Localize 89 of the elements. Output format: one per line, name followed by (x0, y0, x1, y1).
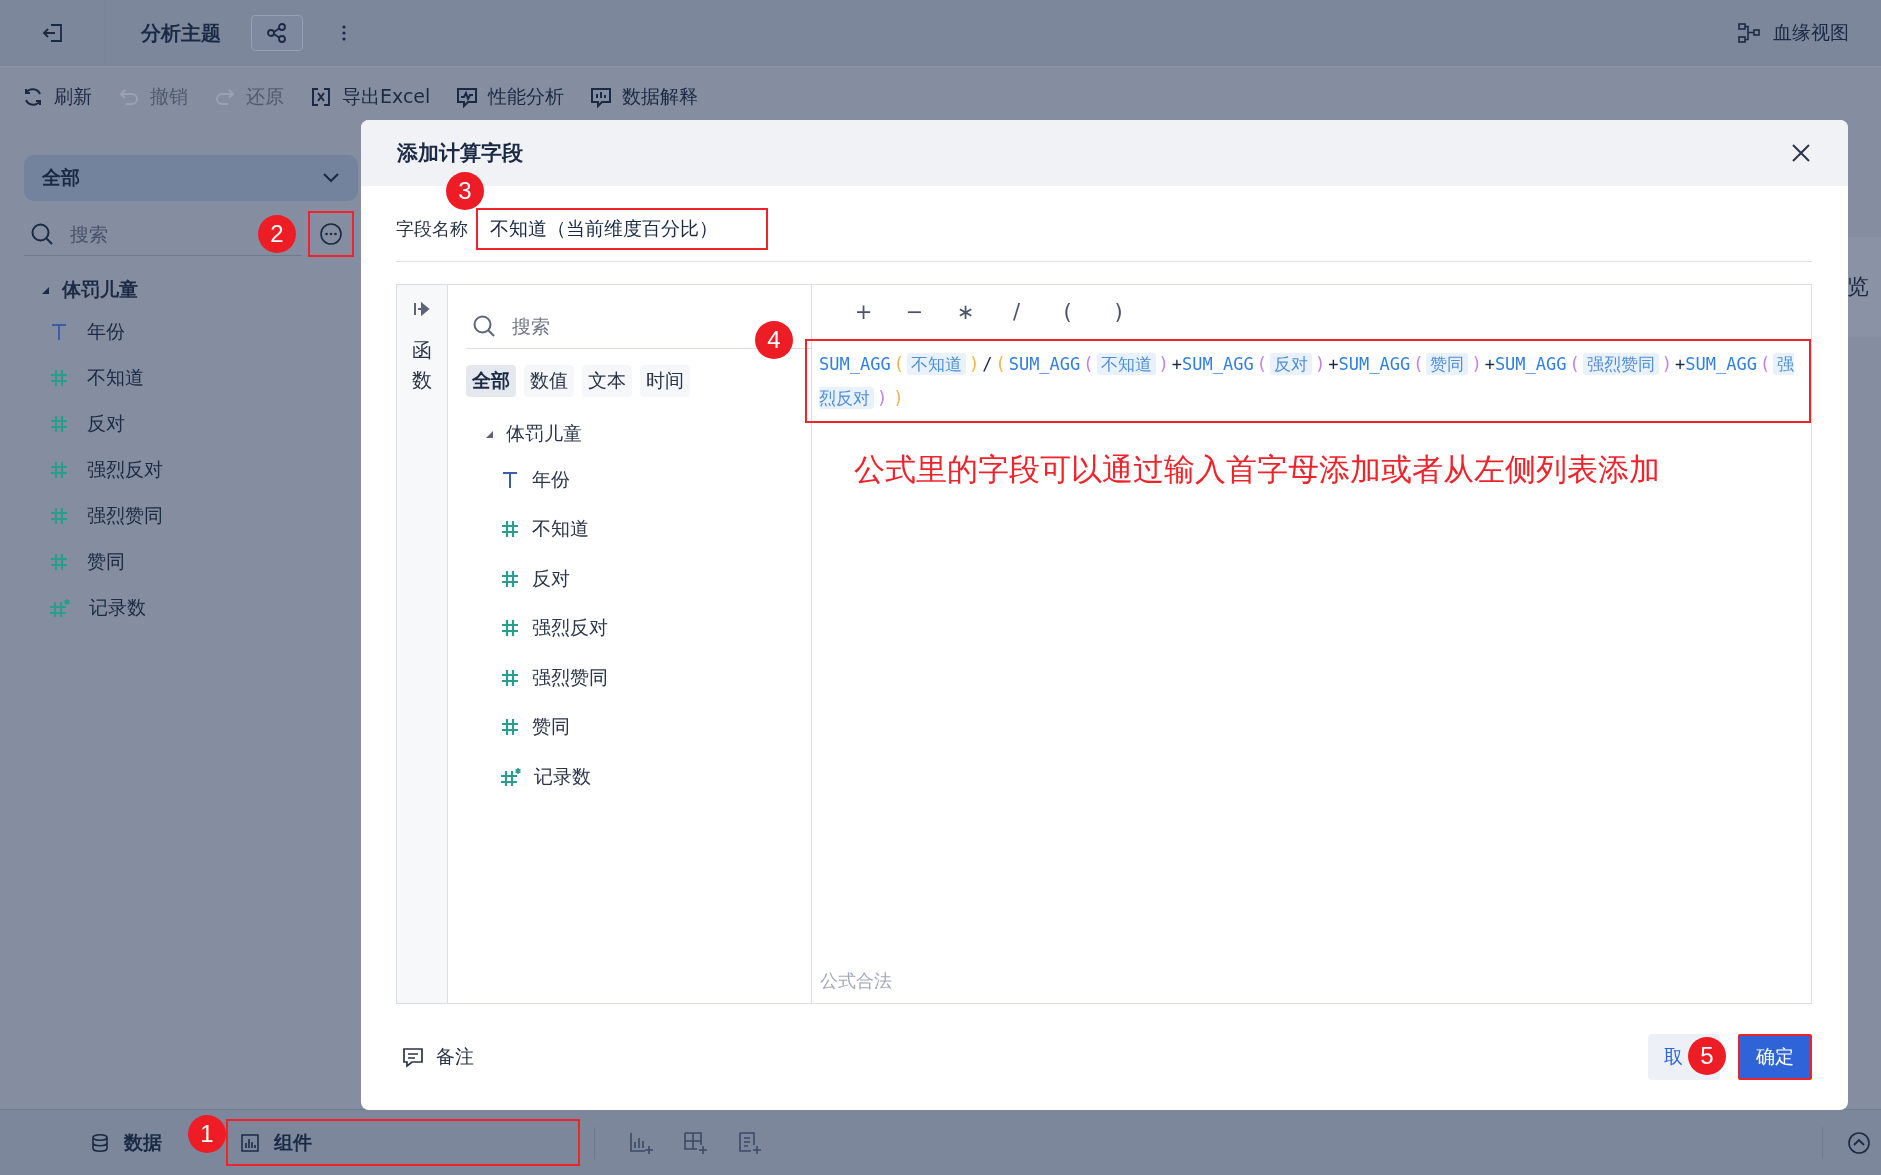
field-item[interactable]: 年份 (466, 455, 811, 505)
search-field[interactable]: 搜索 (68, 221, 252, 246)
operator-button[interactable]: + (838, 300, 889, 324)
number-type-icon (500, 568, 520, 589)
operator-button[interactable]: ∗ (940, 300, 991, 324)
operator-button[interactable]: − (889, 300, 940, 324)
formula-status: 公式合法 (820, 969, 893, 993)
collapse-arrow-icon[interactable] (413, 301, 431, 317)
share-icon (266, 22, 288, 44)
field-name-input[interactable]: 不知道（当前维度百分比） (476, 207, 768, 250)
functions-tab[interactable]: 函数 (412, 335, 432, 395)
caret-icon (484, 429, 494, 439)
chevron-down-icon (322, 172, 340, 184)
field-search-field[interactable]: 搜索 (510, 313, 694, 338)
caret-icon (40, 285, 50, 295)
confirm-button[interactable]: 确定 (1738, 1034, 1812, 1080)
number-asterisk-icon (500, 766, 522, 787)
field-item[interactable]: 不知道 (24, 355, 360, 401)
search-icon (30, 221, 54, 246)
bottom-tab[interactable]: 组件 (226, 1119, 580, 1166)
database-icon (90, 1132, 110, 1153)
toolbar-button[interactable]: 导出Excel (310, 84, 431, 110)
filter-tab[interactable]: 全部 (466, 365, 516, 397)
field-item[interactable]: 强烈反对 (24, 447, 360, 493)
field-name-label: 字段名称 (396, 216, 468, 241)
toolbar-button[interactable]: 性能分析 (456, 84, 565, 110)
dataset-node[interactable]: 体罚儿童 (40, 277, 360, 303)
number-type-icon (500, 717, 520, 738)
more-options-button[interactable] (308, 211, 354, 257)
formula-input[interactable]: SUM_AGG ( 不知道 ) / ( SUM_AGG ( 不知道 ) +SUM_AGG ( 反对 ) +SUM_AGG ( 赞同 ) +SUM_AGG ( 强烈赞同 ) +SUM_AGG ( 强烈反对 ) ) (805, 339, 1811, 423)
number-type-icon (49, 368, 69, 388)
bar-chart-icon (240, 1132, 260, 1153)
text-type-icon (49, 322, 69, 342)
chart-monitor-icon (456, 86, 479, 108)
field-item[interactable]: 反对 (466, 554, 811, 604)
field-item[interactable]: 记录数 (466, 752, 811, 802)
bar-chart-bubble-icon (590, 86, 613, 108)
bottom-tab[interactable]: 数据 (76, 1119, 186, 1166)
dataset-name: 体罚儿童 (506, 421, 582, 446)
number-type-icon (49, 414, 69, 434)
field-item[interactable]: 强烈赞同 (466, 653, 811, 703)
share-button[interactable] (251, 15, 303, 51)
filter-tab[interactable]: 文本 (582, 365, 632, 397)
field-item[interactable]: 赞同 (466, 702, 811, 752)
toolbar-button[interactable]: 数据解释 (590, 84, 699, 110)
ellipsis-circle-icon (319, 222, 343, 246)
excel-icon (310, 86, 332, 108)
close-icon[interactable] (1790, 142, 1812, 164)
filter-tab[interactable]: 数值 (524, 365, 574, 397)
dataset-name: 体罚儿童 (62, 277, 138, 302)
number-type-icon (500, 667, 520, 688)
filter-tab[interactable]: 时间 (640, 365, 690, 397)
annotation-text: 公式里的字段可以通过输入首字母添加或者从左侧列表添加 (854, 450, 1661, 489)
number-asterisk-icon (49, 598, 71, 618)
number-type-icon (49, 506, 69, 526)
number-type-icon (49, 460, 69, 480)
toolbar-button[interactable]: 刷新 (22, 84, 92, 110)
operator-button[interactable]: ( (1042, 300, 1093, 324)
text-type-icon (500, 469, 520, 490)
field-item[interactable]: 记录数 (24, 585, 360, 631)
collapse-up-icon[interactable] (1847, 1130, 1871, 1155)
number-type-icon (500, 519, 520, 540)
number-type-icon (49, 552, 69, 572)
field-item[interactable]: 反对 (24, 401, 360, 447)
step-badge: 2 (258, 215, 296, 253)
lineage-icon (1737, 22, 1761, 44)
field-item[interactable]: 年份 (24, 309, 360, 355)
operator-button[interactable]: ) (1093, 300, 1144, 324)
field-item[interactable]: 强烈赞同 (24, 493, 360, 539)
step-badge: 1 (188, 1115, 226, 1153)
add-layout-icon[interactable] (683, 1130, 709, 1155)
dialog-title: 添加计算字段 (397, 140, 523, 167)
page-title: 分析主题 (141, 19, 221, 47)
remark-button[interactable]: 备注 (396, 1043, 480, 1071)
more-icon[interactable] (341, 24, 347, 42)
field-item[interactable]: 赞同 (24, 539, 360, 585)
comment-icon (402, 1046, 424, 1068)
panel-text: 览 (1847, 273, 1869, 301)
operator-button[interactable]: / (991, 300, 1042, 324)
scope-dropdown[interactable]: 全部 (24, 155, 358, 201)
field-item[interactable]: 不知道 (466, 504, 811, 554)
number-type-icon (500, 618, 520, 639)
dataset-node[interactable]: 体罚儿童 (484, 421, 811, 447)
lineage-view-link[interactable]: 血缘视图 (1737, 20, 1849, 46)
exit-icon[interactable] (40, 21, 65, 45)
search-icon (472, 313, 496, 338)
field-item[interactable]: 强烈反对 (466, 603, 811, 653)
step-badge: 4 (755, 321, 793, 359)
refresh-icon (22, 86, 44, 108)
